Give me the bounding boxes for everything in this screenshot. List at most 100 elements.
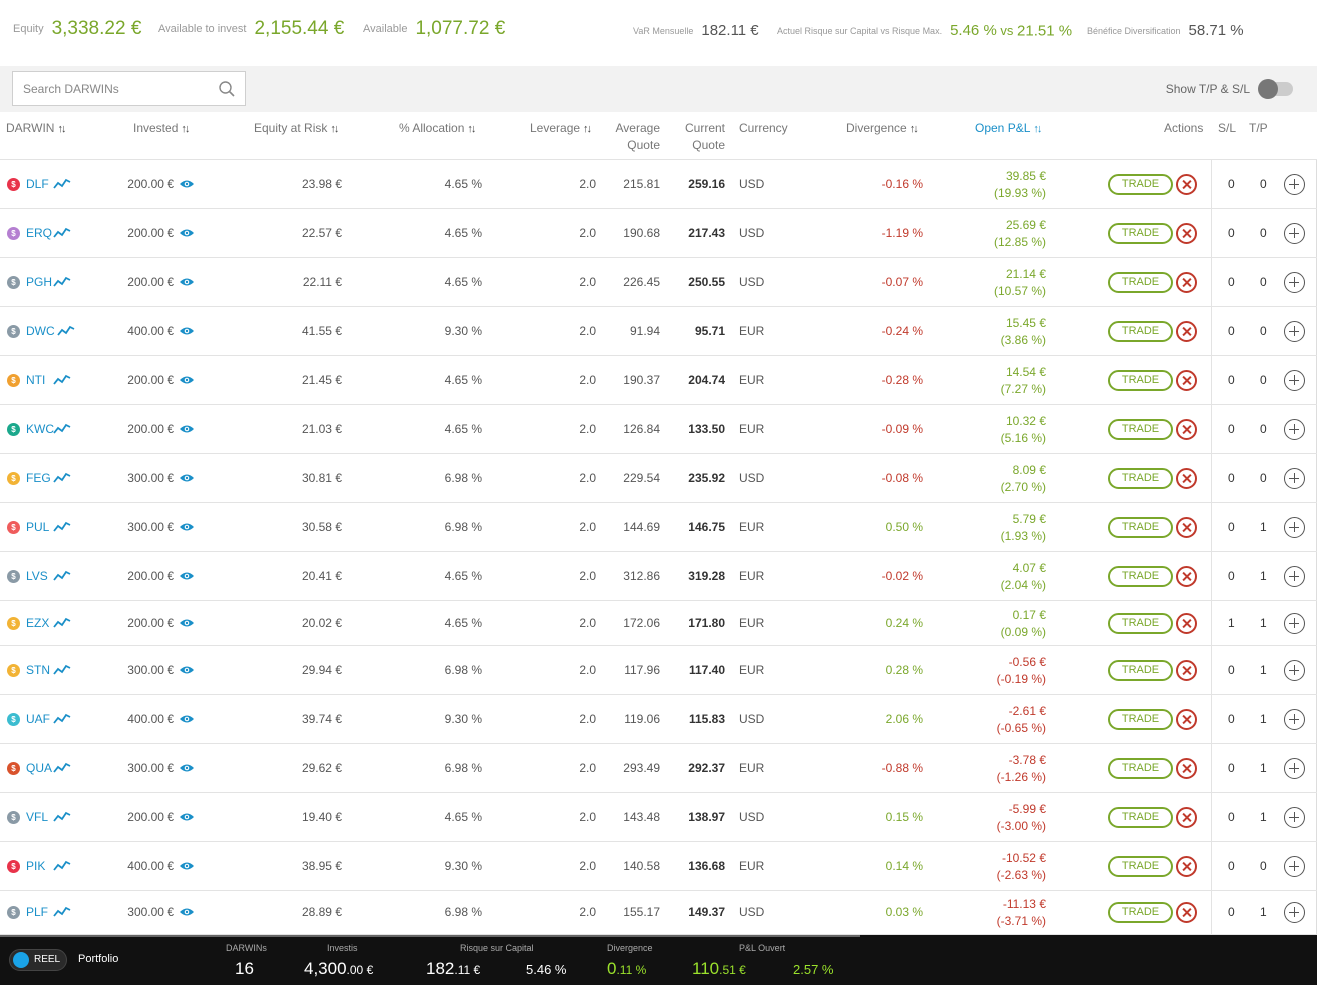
trend-chart-icon[interactable] (53, 570, 71, 582)
trend-chart-icon[interactable] (53, 178, 71, 190)
close-position-icon[interactable] (1176, 468, 1197, 489)
trend-chart-icon[interactable] (53, 811, 71, 823)
darwin-name-link[interactable]: STN (26, 663, 50, 677)
sort-icon[interactable]: ↑↓ (910, 123, 919, 135)
search-input[interactable] (13, 72, 208, 105)
add-order-icon[interactable] (1284, 613, 1305, 634)
trade-button[interactable]: TRADE (1108, 468, 1173, 489)
view-eye-icon[interactable] (179, 472, 195, 484)
darwin-name-link[interactable]: PGH (26, 275, 52, 289)
trend-chart-icon[interactable] (53, 374, 71, 386)
add-order-icon[interactable] (1284, 902, 1305, 923)
darwin-name-link[interactable]: PLF (26, 905, 48, 919)
add-order-icon[interactable] (1284, 856, 1305, 877)
close-position-icon[interactable] (1176, 370, 1197, 391)
sort-icon[interactable]: ↑↓ (57, 123, 66, 135)
trend-chart-icon[interactable] (57, 325, 75, 337)
trade-button[interactable]: TRADE (1108, 856, 1173, 877)
trend-chart-icon[interactable] (53, 713, 71, 725)
close-position-icon[interactable] (1176, 272, 1197, 293)
trend-chart-icon[interactable] (53, 664, 71, 676)
add-order-icon[interactable] (1284, 174, 1305, 195)
add-order-icon[interactable] (1284, 807, 1305, 828)
account-mode-toggle[interactable]: REEL (9, 949, 67, 971)
view-eye-icon[interactable] (179, 664, 195, 676)
add-order-icon[interactable] (1284, 517, 1305, 538)
view-eye-icon[interactable] (179, 811, 195, 823)
darwin-name-link[interactable]: PUL (26, 520, 49, 534)
trade-button[interactable]: TRADE (1108, 272, 1173, 293)
view-eye-icon[interactable] (179, 276, 195, 288)
trend-chart-icon[interactable] (53, 276, 71, 288)
sort-icon[interactable]: ↑↓ (181, 123, 190, 135)
trade-button[interactable]: TRADE (1108, 566, 1173, 587)
trade-button[interactable]: TRADE (1108, 174, 1173, 195)
view-eye-icon[interactable] (179, 570, 195, 582)
col-leverage[interactable]: Leverage ↑↓ (530, 120, 592, 138)
add-order-icon[interactable] (1284, 321, 1305, 342)
darwin-name-link[interactable]: PIK (26, 859, 45, 873)
add-order-icon[interactable] (1284, 660, 1305, 681)
trend-chart-icon[interactable] (53, 521, 71, 533)
col-open-pnl[interactable]: Open P&L ↑↓ (975, 120, 1042, 138)
trade-button[interactable]: TRADE (1108, 758, 1173, 779)
trade-button[interactable]: TRADE (1108, 370, 1173, 391)
darwin-name-link[interactable]: KWC (26, 422, 54, 436)
sort-icon[interactable]: ↑↓ (467, 123, 476, 135)
view-eye-icon[interactable] (179, 906, 195, 918)
show-tpsl-toggle[interactable] (1258, 79, 1293, 99)
darwin-name-link[interactable]: UAF (26, 712, 50, 726)
add-order-icon[interactable] (1284, 419, 1305, 440)
trend-chart-icon[interactable] (53, 227, 71, 239)
view-eye-icon[interactable] (179, 178, 195, 190)
trade-button[interactable]: TRADE (1108, 902, 1173, 923)
search-icon[interactable] (218, 80, 236, 98)
trend-chart-icon[interactable] (53, 906, 71, 918)
view-eye-icon[interactable] (179, 860, 195, 872)
close-position-icon[interactable] (1176, 613, 1197, 634)
col-invested[interactable]: Invested ↑↓ (133, 120, 190, 138)
close-position-icon[interactable] (1176, 856, 1197, 877)
trend-chart-icon[interactable] (53, 617, 71, 629)
horizontal-scrollbar[interactable] (0, 935, 860, 937)
close-position-icon[interactable] (1176, 807, 1197, 828)
view-eye-icon[interactable] (179, 374, 195, 386)
trade-button[interactable]: TRADE (1108, 807, 1173, 828)
close-position-icon[interactable] (1176, 902, 1197, 923)
darwin-name-link[interactable]: FEG (26, 471, 51, 485)
close-position-icon[interactable] (1176, 566, 1197, 587)
view-eye-icon[interactable] (179, 423, 195, 435)
add-order-icon[interactable] (1284, 468, 1305, 489)
view-eye-icon[interactable] (179, 227, 195, 239)
trade-button[interactable]: TRADE (1108, 517, 1173, 538)
view-eye-icon[interactable] (179, 762, 195, 774)
close-position-icon[interactable] (1176, 321, 1197, 342)
darwin-name-link[interactable]: VFL (26, 810, 48, 824)
col-divergence[interactable]: Divergence ↑↓ (846, 120, 919, 138)
close-position-icon[interactable] (1176, 758, 1197, 779)
trend-chart-icon[interactable] (53, 860, 71, 872)
trend-chart-icon[interactable] (53, 423, 71, 435)
darwin-name-link[interactable]: DLF (26, 177, 49, 191)
trade-button[interactable]: TRADE (1108, 419, 1173, 440)
add-order-icon[interactable] (1284, 370, 1305, 391)
darwin-name-link[interactable]: DWC (26, 324, 55, 338)
add-order-icon[interactable] (1284, 709, 1305, 730)
sort-icon[interactable]: ↑↓ (583, 123, 592, 135)
darwin-name-link[interactable]: QUA (26, 761, 52, 775)
close-position-icon[interactable] (1176, 223, 1197, 244)
close-position-icon[interactable] (1176, 660, 1197, 681)
col-equity-at-risk[interactable]: Equity at Risk ↑↓ (254, 120, 339, 138)
close-position-icon[interactable] (1176, 174, 1197, 195)
sort-icon[interactable]: ↑↓ (1033, 123, 1042, 135)
add-order-icon[interactable] (1284, 272, 1305, 293)
darwin-name-link[interactable]: NTI (26, 373, 45, 387)
trade-button[interactable]: TRADE (1108, 321, 1173, 342)
col-allocation[interactable]: % Allocation ↑↓ (399, 120, 476, 138)
close-position-icon[interactable] (1176, 419, 1197, 440)
trade-button[interactable]: TRADE (1108, 660, 1173, 681)
add-order-icon[interactable] (1284, 758, 1305, 779)
col-darwin[interactable]: DARWIN ↑↓ (6, 120, 66, 138)
darwin-name-link[interactable]: EZX (26, 616, 49, 630)
trend-chart-icon[interactable] (53, 472, 71, 484)
